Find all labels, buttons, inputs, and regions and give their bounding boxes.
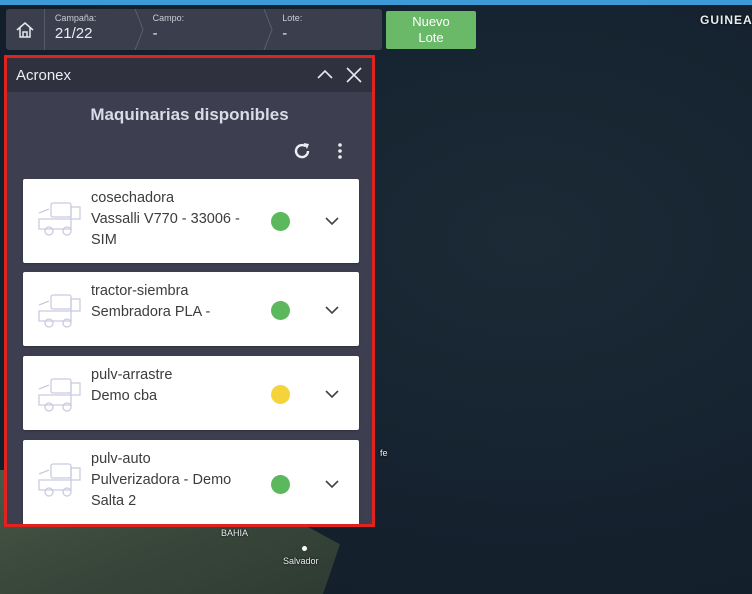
crumb-field-label: Campo: bbox=[152, 13, 185, 23]
crumb-lot-value: - bbox=[282, 25, 288, 42]
crumb-lot-label: Lote: bbox=[282, 13, 303, 23]
map-label-region: BAHIA bbox=[221, 528, 249, 538]
map-label-country: GUINEA bbox=[700, 13, 752, 27]
crumb-campaign-value: 21/22 bbox=[54, 25, 93, 42]
window-top-strip bbox=[0, 0, 752, 5]
breadcrumb: Campaña: 21/22 Campo: - Lote: - bbox=[6, 9, 382, 50]
home-icon bbox=[16, 21, 34, 38]
crumb-campaign-label: Campaña: bbox=[54, 13, 97, 23]
map-label-city: Salvador bbox=[283, 556, 319, 566]
crumb-field[interactable]: Campo: - bbox=[143, 9, 273, 50]
home-button[interactable] bbox=[6, 9, 45, 50]
crumb-campaign[interactable]: Campaña: 21/22 bbox=[45, 9, 144, 50]
new-lot-button[interactable]: Nuevo Lote bbox=[386, 11, 476, 49]
crumb-lot[interactable]: Lote: - bbox=[272, 9, 382, 50]
crumb-field-value: - bbox=[152, 25, 158, 42]
highlight-outline bbox=[4, 55, 375, 527]
map-city-marker bbox=[302, 546, 307, 551]
map-label-city: fe bbox=[380, 448, 388, 458]
